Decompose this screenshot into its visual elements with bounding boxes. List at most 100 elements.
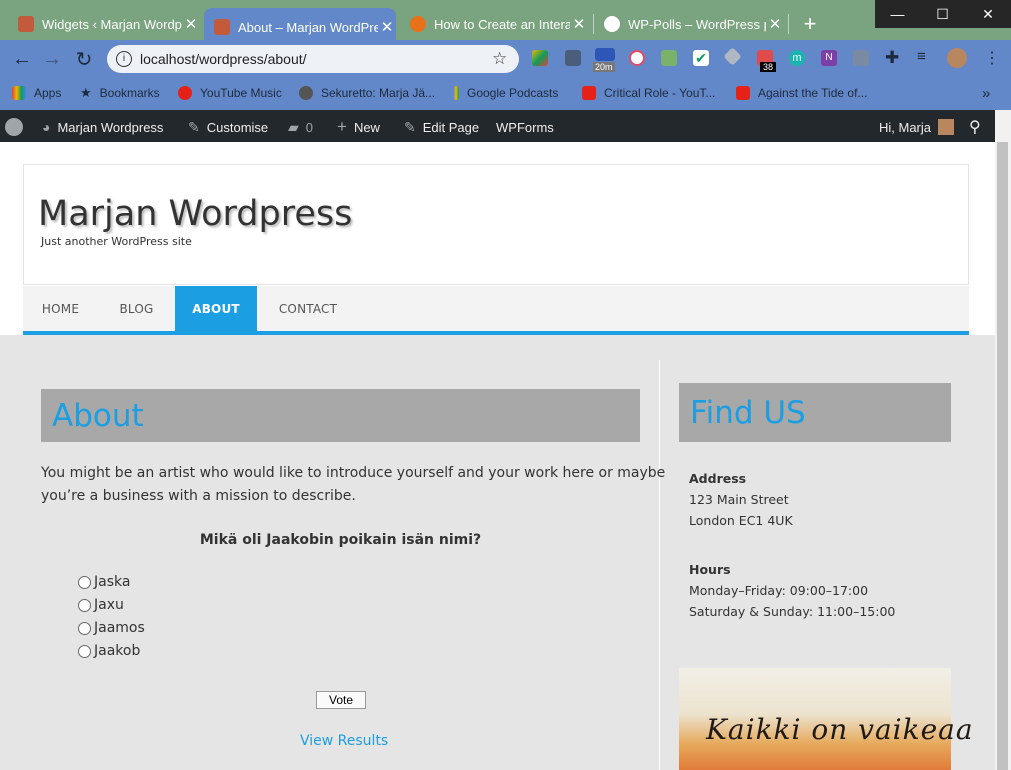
page-title: About <box>52 398 144 434</box>
bookmark-label: YouTube Music <box>200 86 282 100</box>
close-icon[interactable]: ✕ <box>570 15 588 33</box>
admin-site-label: Marjan Wordpress <box>57 119 164 135</box>
dashboard-icon: ◕ <box>42 119 51 135</box>
bookmark-label: Google Podcasts <box>467 86 559 100</box>
new-tab-button[interactable]: + <box>798 8 822 40</box>
profile-avatar[interactable] <box>947 48 967 68</box>
apps-grid-icon <box>12 86 26 100</box>
sidebar-title: Find US <box>690 395 806 431</box>
puzzle-icon[interactable]: ✚ <box>885 48 899 68</box>
poll-option-label: Jaamos <box>94 620 145 636</box>
tab-widgets[interactable]: Widgets ‹ Marjan Wordp ✕ <box>10 8 200 40</box>
close-icon[interactable]: ✕ <box>182 15 200 33</box>
poll-option-label: Jaska <box>94 574 131 590</box>
youtube-icon <box>736 86 750 100</box>
back-icon[interactable]: ← <box>10 47 34 71</box>
more-bookmarks-icon[interactable]: » <box>982 84 990 102</box>
bookmark-label: Bookmarks <box>99 86 160 100</box>
admin-new[interactable]: + New <box>337 117 380 136</box>
timer-badge: 20m <box>593 62 615 72</box>
tab-title: How to Create an Intera <box>434 16 570 32</box>
search-icon[interactable]: ⚲ <box>969 118 981 136</box>
star-icon: ★ <box>80 85 92 100</box>
close-window-button[interactable]: ✕ <box>965 0 1011 28</box>
timer-extension-icon[interactable] <box>595 48 615 61</box>
extension-icon[interactable] <box>853 50 869 66</box>
record-extension-icon[interactable] <box>629 50 645 66</box>
bookmark-critical-role[interactable]: Critical Role - YouT... <box>582 84 715 102</box>
avatar <box>938 119 955 135</box>
view-results-link[interactable]: View Results <box>300 733 388 749</box>
tab-separator <box>788 14 789 34</box>
comment-count: 0 <box>305 119 314 135</box>
tab-title: Widgets ‹ Marjan Wordp <box>42 16 182 32</box>
bookmark-label: Against the Tide of... <box>758 86 868 100</box>
bookmark-youtube-music[interactable]: YouTube Music <box>178 84 282 102</box>
scrollbar-thumb[interactable] <box>997 142 1008 770</box>
m-extension-icon[interactable]: m <box>789 50 805 66</box>
minimize-button[interactable]: — <box>875 0 920 28</box>
bookmark-star-icon[interactable]: ☆ <box>492 49 507 69</box>
onenote-extension-icon[interactable]: N <box>821 50 837 66</box>
poll-radio[interactable] <box>78 645 91 658</box>
comment-icon: ▰ <box>288 118 299 135</box>
menu-item-blog[interactable]: BLOG <box>98 286 175 331</box>
wordpress-logo-icon <box>604 16 620 32</box>
todoist-badge: 38 <box>760 62 777 72</box>
bookmark-sekuretto[interactable]: Sekuretto: Marja Jä... <box>299 84 435 102</box>
tab-how-to[interactable]: How to Create an Intera ✕ <box>402 8 588 40</box>
wordpress-favicon-icon <box>214 19 230 35</box>
bookmark-against-the-tide[interactable]: Against the Tide of... <box>736 84 867 102</box>
vote-button[interactable]: Vote <box>316 691 366 709</box>
admin-edit-page[interactable]: ✎ Edit Page <box>404 118 479 136</box>
pencil-icon: ✎ <box>404 118 416 135</box>
tab-title: WP-Polls – WordPress p <box>628 16 766 32</box>
tab-extension-icon[interactable] <box>661 50 677 66</box>
tab-wp-polls[interactable]: WP-Polls – WordPress p ✕ <box>596 8 784 40</box>
media-icon[interactable]: ≡ <box>917 48 926 65</box>
wordpress-logo-icon[interactable] <box>5 118 23 136</box>
info-icon[interactable]: i <box>116 51 132 67</box>
url-text[interactable]: localhost/wordpress/about/ <box>140 51 307 67</box>
intro-line-1: You might be an artist who would like to… <box>41 465 666 481</box>
menu-item-contact[interactable]: CONTACT <box>257 286 359 331</box>
podcasts-icon <box>453 86 459 100</box>
hours-label: Hours <box>689 562 731 577</box>
plus-icon: + <box>337 117 347 136</box>
admin-customise[interactable]: ✎ Customise <box>188 118 268 136</box>
bookmark-label: Critical Role - YouT... <box>604 86 716 100</box>
admin-comments[interactable]: ▰ 0 <box>288 118 313 136</box>
forward-icon[interactable]: → <box>40 47 64 71</box>
admin-account[interactable]: Hi, Marja <box>879 118 955 136</box>
address-line: London EC1 4UK <box>689 513 793 528</box>
site-title[interactable]: Marjan Wordpress <box>38 194 352 234</box>
poll-radio[interactable] <box>78 576 91 589</box>
hours-line: Monday–Friday: 09:00–17:00 <box>689 583 869 598</box>
menu-item-about[interactable]: ABOUT <box>175 286 257 331</box>
customise-label: Customise <box>206 119 269 135</box>
intro-line-2: you’re a business with a mission to desc… <box>41 488 356 504</box>
check-extension-icon[interactable]: ✔ <box>693 50 709 66</box>
extension-icon[interactable] <box>532 50 548 66</box>
address-line: 123 Main Street <box>689 492 789 507</box>
poll-radio[interactable] <box>78 599 91 612</box>
admin-wpforms[interactable]: WPForms <box>496 118 554 136</box>
content-divider <box>659 360 660 770</box>
bookmark-apps[interactable]: Apps <box>12 84 61 102</box>
menu-item-home[interactable]: HOME <box>23 286 98 331</box>
poll-option-label: Jaxu <box>94 597 124 613</box>
globe-icon <box>299 86 313 100</box>
bookmark-google-podcasts[interactable]: Google Podcasts <box>453 84 558 102</box>
wordpress-favicon-icon <box>18 16 34 32</box>
close-icon[interactable]: ✕ <box>378 18 396 36</box>
poll-radio[interactable] <box>78 622 91 635</box>
site-tagline: Just another WordPress site <box>41 235 192 248</box>
maximize-button[interactable]: ☐ <box>920 0 965 28</box>
close-icon[interactable]: ✕ <box>766 15 784 33</box>
reload-icon[interactable]: ↻ <box>72 47 96 71</box>
admin-site-name[interactable]: ◕ Marjan Wordpress <box>42 118 163 136</box>
menu-dots-icon[interactable]: ⋮ <box>984 48 1000 68</box>
image-script-text: Kaikki on vaikeaa <box>706 713 974 746</box>
keep-extension-icon[interactable] <box>565 50 581 66</box>
bookmark-bookmarks[interactable]: ★ Bookmarks <box>80 84 160 102</box>
